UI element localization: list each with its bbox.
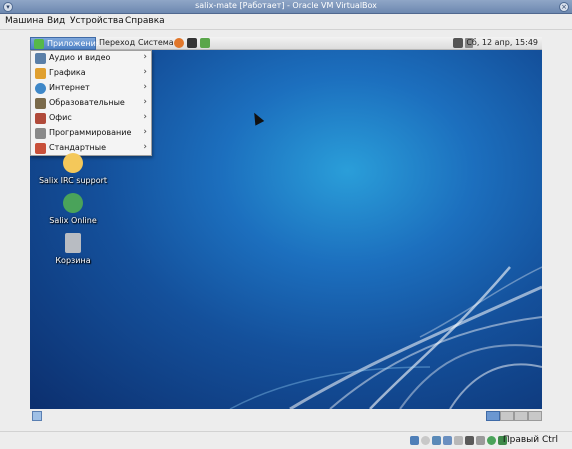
workspace-4[interactable] [528,411,542,421]
terminal-icon[interactable] [187,38,197,48]
applications-dropdown: Аудио и видео › Графика › Интернет › Обр… [30,50,152,156]
menu-item-graphics[interactable]: Графика › [31,66,151,81]
chevron-right-icon: › [143,97,147,107]
shared-folder-icon[interactable] [443,436,452,445]
places-menu-button[interactable]: Переход [99,38,135,47]
clock[interactable]: Сб, 12 апр, 15:49 [466,38,538,47]
host-statusbar: Правый Ctrl [0,431,572,449]
vm-screen[interactable]: Приложения Переход Система Сб, 12 апр, 1… [30,37,542,409]
programming-icon [35,128,46,139]
office-icon [35,113,46,124]
edit-icon[interactable] [200,38,210,48]
menu-devices[interactable]: Устройства [70,16,124,26]
cd-icon[interactable] [421,436,430,445]
chevron-right-icon: › [143,82,147,92]
desktop-icon-trash[interactable]: Корзина [33,233,113,265]
multimedia-icon [35,53,46,64]
chevron-right-icon: › [143,142,147,152]
desktop-icon-irc[interactable]: Salix IRC support [33,153,113,185]
internet-icon [35,83,46,94]
chevron-right-icon: › [143,52,147,62]
graphics-icon [35,68,46,79]
workspace-2[interactable] [500,411,514,421]
window-title: salix-mate [Работает] - Oracle VM Virtua… [195,1,377,10]
guest-bottom-panel [30,409,542,423]
close-icon[interactable]: × [559,2,569,12]
guest-top-panel: Приложения Переход Система Сб, 12 апр, 1… [30,37,542,50]
workspace-3[interactable] [514,411,528,421]
host-key-label: Правый Ctrl [502,435,558,445]
display-icon[interactable] [454,436,463,445]
chevron-right-icon: › [143,112,147,122]
menu-item-programming[interactable]: Программирование › [31,126,151,141]
chevron-right-icon: › [143,127,147,137]
globe-icon [63,193,83,213]
workspace-switcher[interactable] [486,411,542,421]
menu-item-education[interactable]: Образовательные › [31,96,151,111]
recording-icon[interactable] [476,436,485,445]
network-icon[interactable] [465,436,474,445]
hdd-icon[interactable] [410,436,419,445]
window-titlebar: ▾ salix-mate [Работает] - Oracle VM Virt… [0,0,572,14]
desktop-icon-salix-online[interactable]: Salix Online [33,193,113,225]
menu-item-internet[interactable]: Интернет › [31,81,151,96]
network-icon[interactable] [453,38,463,48]
usb-icon[interactable] [432,436,441,445]
irc-chat-icon [63,153,83,173]
host-menubar: Машина Вид Устройства Справка [0,14,572,30]
firefox-icon[interactable] [174,38,184,48]
trash-icon [65,233,81,253]
menu-item-office[interactable]: Офис › [31,111,151,126]
menu-item-audio-video[interactable]: Аудио и видео › [31,51,151,66]
chevron-right-icon: › [143,67,147,77]
applications-icon [34,39,44,49]
system-menu-button[interactable]: Система [138,38,174,47]
workspace-1[interactable] [486,411,500,421]
education-icon [35,98,46,109]
applications-menu-button[interactable]: Приложения [30,37,101,50]
menu-help[interactable]: Справка [125,16,165,26]
menu-view[interactable]: Вид [47,16,65,26]
virtualization-icon[interactable] [487,436,496,445]
show-desktop-icon[interactable] [32,411,42,421]
menu-machine[interactable]: Машина [5,16,44,26]
applications-label: Приложения [47,39,101,48]
